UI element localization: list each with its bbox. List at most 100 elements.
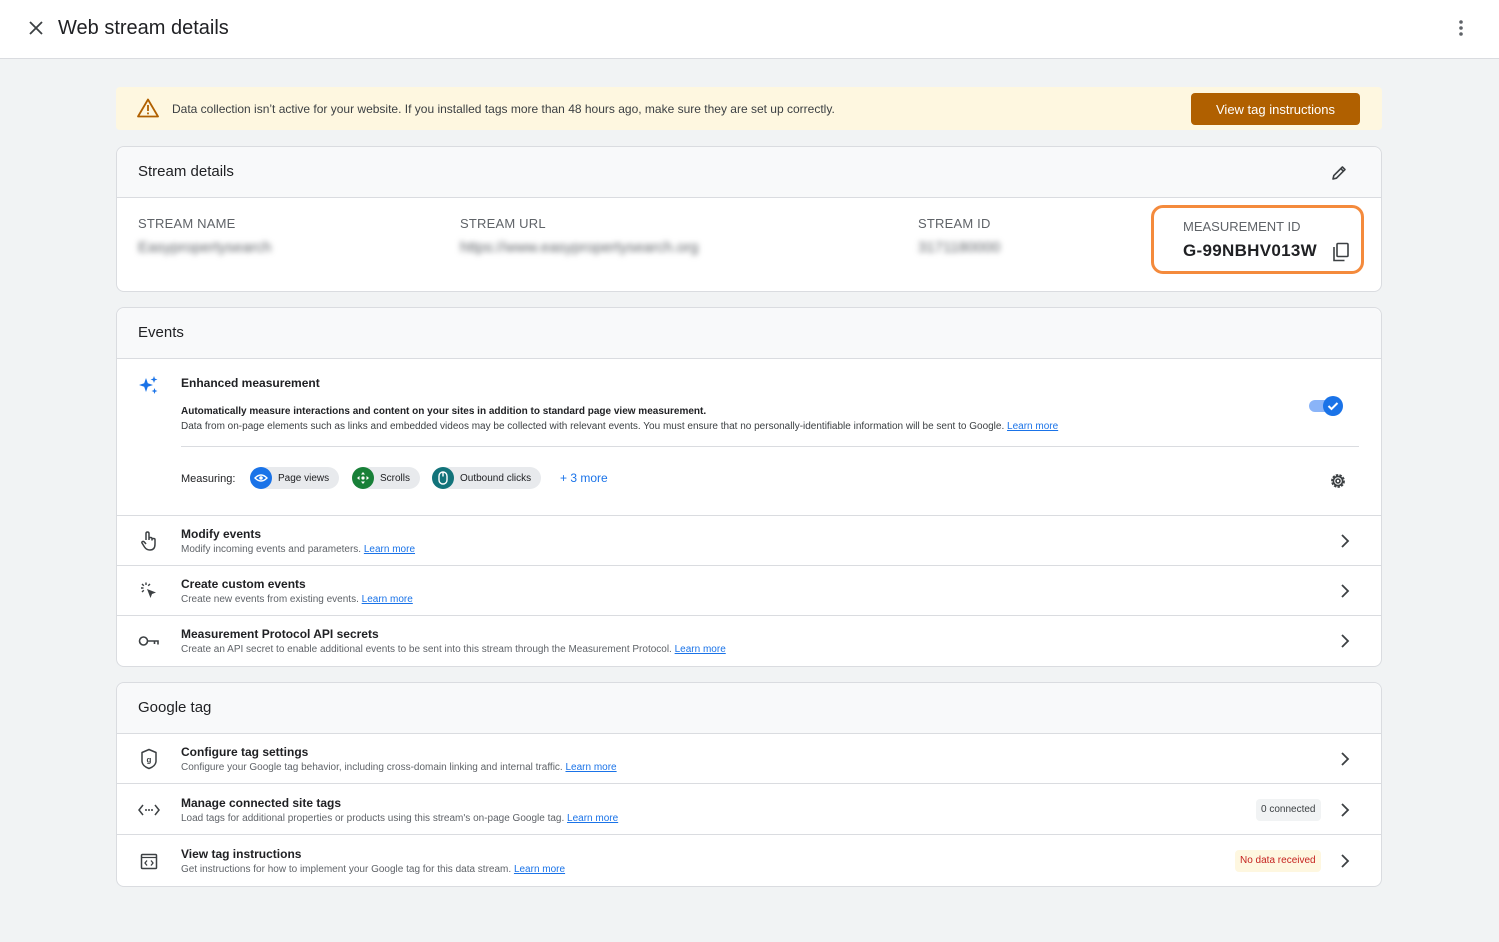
configure-tag-settings-title: Configure tag settings bbox=[181, 745, 309, 759]
configure-tag-settings-description-text: Configure your Google tag behavior, incl… bbox=[181, 762, 563, 773]
modify-events-description: Modify incoming events and parameters. L… bbox=[181, 543, 415, 557]
enhanced-measurement-settings-button[interactable] bbox=[1327, 470, 1349, 492]
code-box-icon bbox=[137, 849, 161, 873]
measurement-protocol-learn-more[interactable]: Learn more bbox=[675, 644, 726, 655]
measurement-protocol-title: Measurement Protocol API secrets bbox=[181, 627, 379, 641]
eye-icon bbox=[250, 467, 272, 489]
stream-name-value: Easypropertysearch bbox=[138, 239, 272, 256]
data-collection-warning: Data collection isn’t active for your we… bbox=[116, 87, 1382, 130]
google-tag-card: Google tag g Configure tag settings Conf… bbox=[116, 682, 1382, 887]
create-custom-events-row[interactable]: Create custom events Create new events f… bbox=[117, 566, 1381, 616]
stream-details-card: Stream details STREAM NAME Easypropertys… bbox=[116, 146, 1382, 292]
manage-connected-site-tags-description-text: Load tags for additional properties or p… bbox=[181, 813, 565, 824]
chip-scrolls[interactable]: Scrolls bbox=[352, 467, 421, 489]
copy-measurement-id-button[interactable] bbox=[1330, 241, 1352, 263]
warning-text: Data collection isn’t active for your we… bbox=[172, 102, 835, 116]
cursor-click-icon bbox=[137, 579, 161, 603]
sparkle-icon bbox=[139, 376, 158, 394]
measurement-id-highlight: MEASUREMENT ID G-99NBHV013W bbox=[1151, 205, 1364, 274]
configure-tag-settings-learn-more[interactable]: Learn more bbox=[565, 762, 616, 773]
modify-events-row[interactable]: Modify events Modify incoming events and… bbox=[117, 516, 1381, 566]
warning-icon bbox=[137, 98, 159, 118]
create-custom-events-title: Create custom events bbox=[181, 577, 306, 591]
chevron-right-icon bbox=[1335, 749, 1355, 769]
enhanced-measurement-title: Enhanced measurement bbox=[181, 376, 320, 390]
create-custom-events-description-text: Create new events from existing events. bbox=[181, 594, 359, 605]
check-icon bbox=[1327, 402, 1339, 411]
close-icon bbox=[29, 21, 43, 35]
enhanced-measurement-toggle[interactable] bbox=[1309, 396, 1343, 416]
chip-scrolls-label: Scrolls bbox=[380, 472, 411, 484]
view-tag-instructions-row[interactable]: View tag instructions Get instructions f… bbox=[117, 836, 1381, 886]
modify-events-description-text: Modify incoming events and parameters. bbox=[181, 544, 362, 555]
measurement-protocol-description-text: Create an API secret to enable additiona… bbox=[181, 644, 672, 655]
view-tag-instructions-learn-more[interactable]: Learn more bbox=[514, 864, 565, 875]
close-button[interactable] bbox=[24, 16, 48, 40]
events-title: Events bbox=[138, 324, 184, 341]
chip-outbound-clicks[interactable]: Outbound clicks bbox=[432, 467, 542, 489]
modify-events-title: Modify events bbox=[181, 527, 262, 541]
enhanced-measurement-note-text: Data from on-page elements such as links… bbox=[181, 421, 1005, 432]
chevron-right-icon bbox=[1335, 851, 1355, 871]
manage-connected-site-tags-title: Manage connected site tags bbox=[181, 796, 342, 810]
edit-stream-button[interactable] bbox=[1327, 161, 1351, 185]
svg-text:g: g bbox=[147, 756, 152, 765]
more-measurements-link[interactable]: + 3 more bbox=[560, 471, 608, 485]
manage-connected-site-tags-learn-more[interactable]: Learn more bbox=[567, 813, 618, 824]
measurement-id-label: MEASUREMENT ID bbox=[1183, 219, 1301, 234]
view-tag-instructions-button[interactable]: View tag instructions bbox=[1191, 93, 1360, 125]
measurement-protocol-description: Create an API secret to enable additiona… bbox=[181, 643, 726, 657]
measurement-protocol-row[interactable]: Measurement Protocol API secrets Create … bbox=[117, 616, 1381, 666]
gear-icon bbox=[1331, 474, 1345, 488]
enhanced-measurement-divider bbox=[181, 446, 1359, 447]
key-icon bbox=[137, 629, 161, 653]
configure-tag-settings-description: Configure your Google tag behavior, incl… bbox=[181, 761, 617, 775]
stream-id-value: 3171180000 bbox=[918, 239, 1001, 256]
stream-name-label: STREAM NAME bbox=[138, 216, 236, 231]
stream-details-header: Stream details bbox=[117, 147, 1381, 198]
stream-url-label: STREAM URL bbox=[460, 216, 546, 231]
google-tag-title: Google tag bbox=[138, 699, 212, 716]
no-data-received-badge: No data received bbox=[1235, 850, 1321, 872]
configure-tag-settings-row[interactable]: g Configure tag settings Configure your … bbox=[117, 734, 1381, 784]
page-title: Web stream details bbox=[58, 17, 229, 39]
chevron-right-icon bbox=[1335, 531, 1355, 551]
connected-count-badge: 0 connected bbox=[1256, 799, 1321, 821]
toggle-knob bbox=[1323, 396, 1343, 416]
chevron-right-icon bbox=[1335, 631, 1355, 651]
tag-shield-icon: g bbox=[137, 747, 161, 771]
enhanced-measurement-section: Enhanced measurement Automatically measu… bbox=[117, 360, 1381, 516]
copy-icon bbox=[1333, 242, 1349, 262]
view-tag-instructions-title: View tag instructions bbox=[181, 847, 302, 861]
touch-icon bbox=[137, 529, 161, 553]
top-bar: Web stream details bbox=[0, 0, 1499, 59]
chevron-right-icon bbox=[1335, 581, 1355, 601]
mouse-icon bbox=[432, 467, 454, 489]
enhanced-measurement-learn-more[interactable]: Learn more bbox=[1007, 421, 1058, 432]
pencil-icon bbox=[1332, 166, 1346, 180]
enhanced-measurement-description: Automatically measure interactions and c… bbox=[181, 406, 707, 417]
chevron-right-icon bbox=[1335, 800, 1355, 820]
enhanced-measurement-note: Data from on-page elements such as links… bbox=[181, 420, 1058, 434]
measurement-id-value[interactable]: G-99NBHV013W bbox=[1183, 241, 1317, 261]
chip-page-views-label: Page views bbox=[278, 472, 330, 484]
chip-outbound-clicks-label: Outbound clicks bbox=[460, 472, 532, 484]
view-tag-instructions-description-text: Get instructions for how to implement yo… bbox=[181, 864, 512, 875]
measuring-label: Measuring: bbox=[181, 473, 236, 485]
events-card: Events Enhanced measurement Automaticall… bbox=[116, 307, 1382, 667]
more-vert-icon bbox=[1459, 20, 1463, 36]
events-header: Events bbox=[117, 308, 1381, 359]
stream-id-label: STREAM ID bbox=[918, 216, 991, 231]
chip-page-views[interactable]: Page views bbox=[250, 467, 340, 489]
code-arrows-icon bbox=[137, 798, 161, 822]
manage-connected-site-tags-row[interactable]: Manage connected site tags Load tags for… bbox=[117, 785, 1381, 835]
scroll-arrows-icon bbox=[352, 467, 374, 489]
manage-connected-site-tags-description: Load tags for additional properties or p… bbox=[181, 812, 618, 826]
create-custom-events-learn-more[interactable]: Learn more bbox=[362, 594, 413, 605]
stream-details-title: Stream details bbox=[138, 163, 234, 180]
google-tag-header: Google tag bbox=[117, 683, 1381, 734]
modify-events-learn-more[interactable]: Learn more bbox=[364, 544, 415, 555]
more-options-button[interactable] bbox=[1449, 16, 1473, 40]
create-custom-events-description: Create new events from existing events. … bbox=[181, 593, 413, 607]
view-tag-instructions-description: Get instructions for how to implement yo… bbox=[181, 863, 565, 877]
